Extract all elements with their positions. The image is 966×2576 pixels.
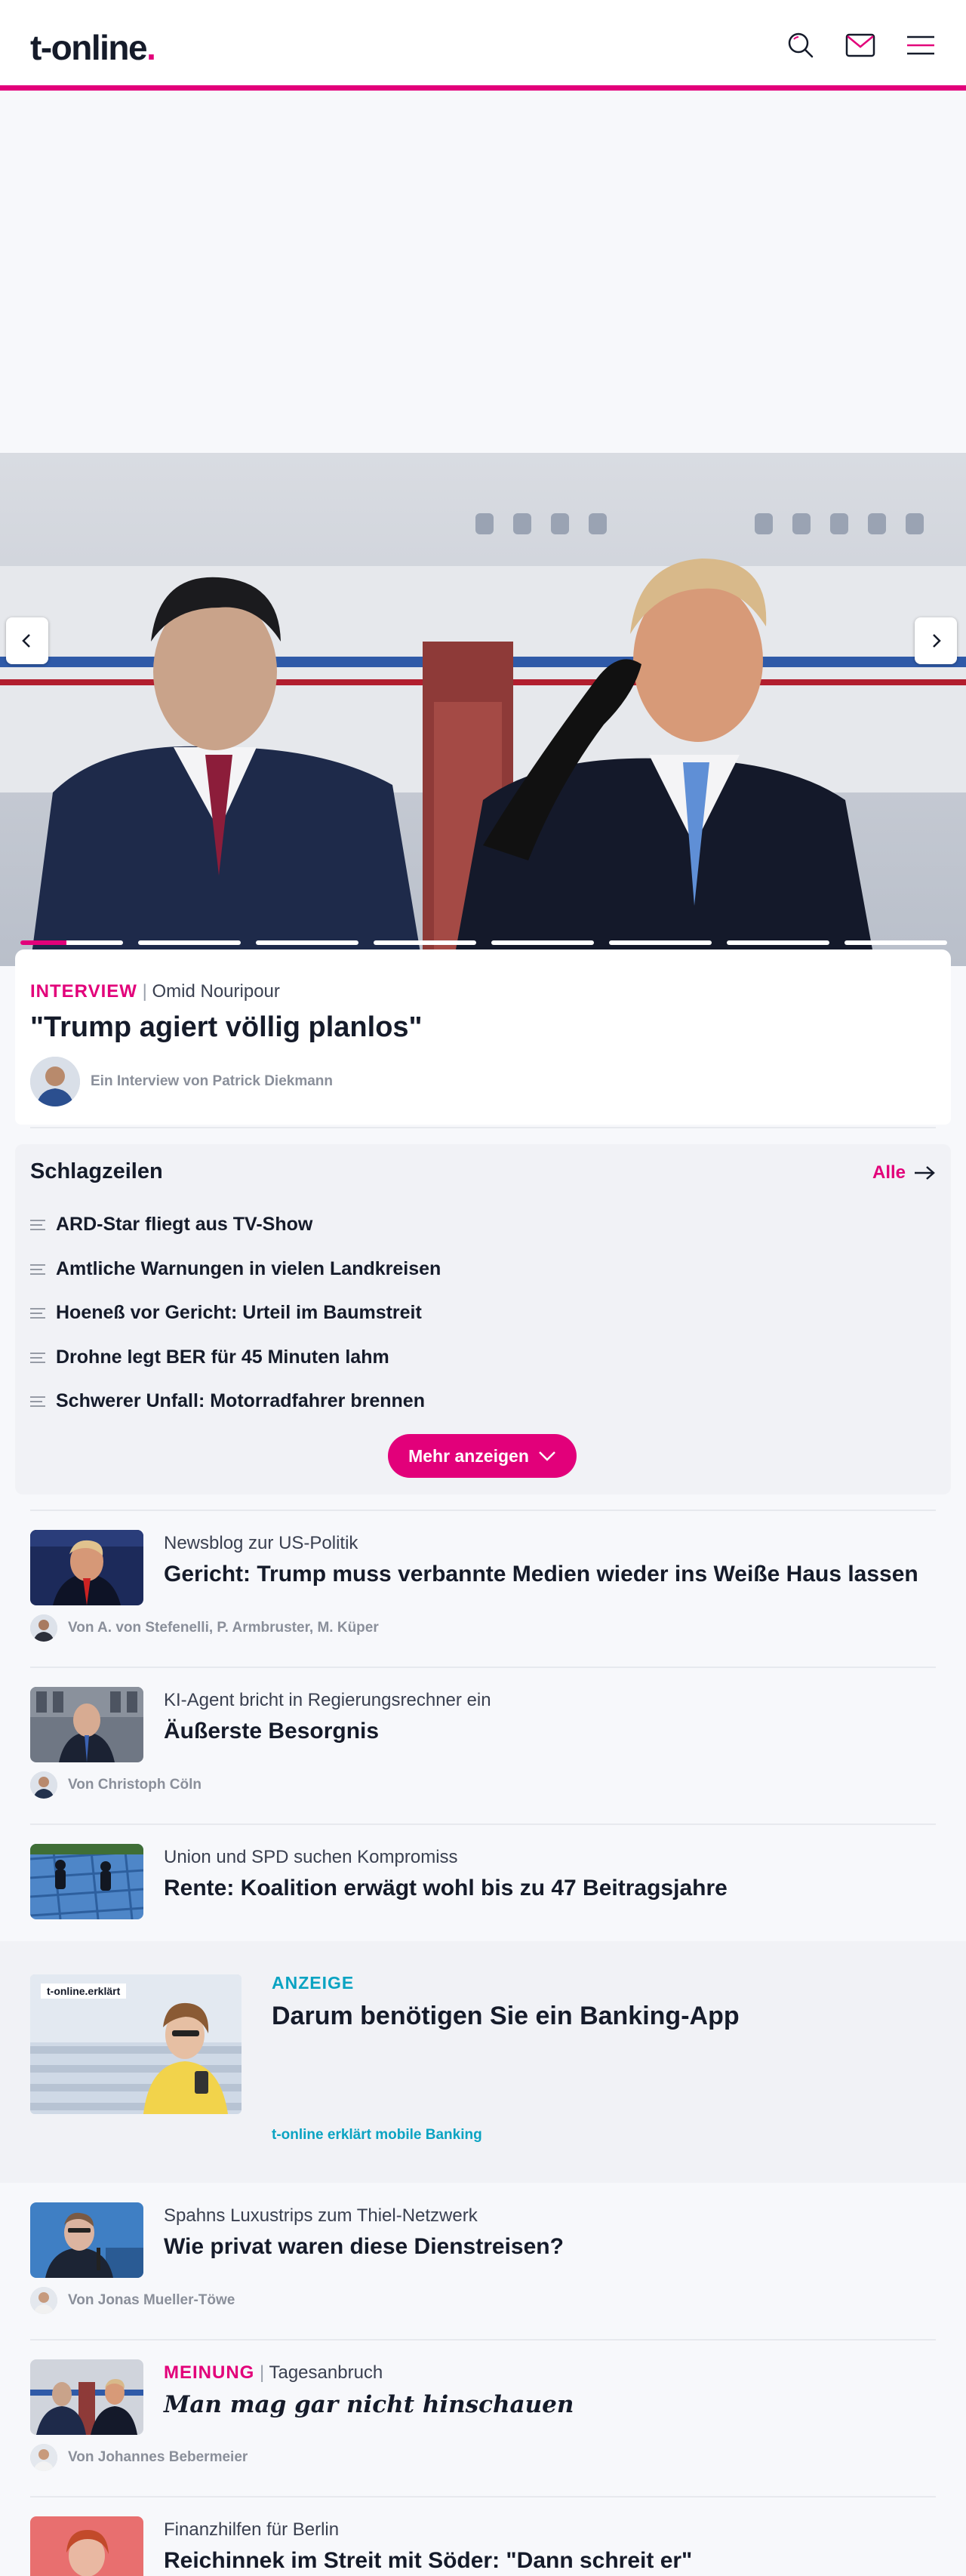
chevron-right-icon	[933, 634, 941, 648]
article-kicker: Newsblog zur US-Politik	[164, 1533, 358, 1553]
article-title[interactable]: Wie privat waren diese Dienstreisen?	[164, 2234, 564, 2260]
divider	[30, 1824, 936, 1825]
ad-placeholder	[0, 96, 966, 453]
article-teaser[interactable]: Newsblog zur US-Politik Gericht: Trump m…	[30, 1530, 936, 1651]
headline-item[interactable]: Schwerer Unfall: Motorradfahrer brennen	[30, 1390, 425, 1412]
headlines-title: Schlagzeilen	[30, 1159, 163, 1183]
site-logo[interactable]: t-online.	[30, 27, 156, 68]
search-icon[interactable]	[783, 29, 817, 62]
carousel-indicator[interactable]	[256, 940, 358, 945]
article-kicker: MEINUNG | Tagesanbruch	[164, 2362, 383, 2383]
article-title[interactable]: Rente: Koalition erwägt wohl bis zu 47 B…	[164, 1876, 728, 1901]
article-teaser[interactable]: Union und SPD suchen Kompromiss Rente: K…	[30, 1844, 936, 1927]
sponsored-teaser[interactable]: t-online.erklärt ANZEIGE Darum benötigen…	[0, 1941, 966, 2183]
avatar	[30, 1057, 80, 1106]
divider	[30, 2496, 936, 2498]
article-title[interactable]: Man mag gar nicht hinschauen	[164, 2391, 574, 2418]
avatar	[30, 2444, 57, 2471]
carousel-indicator[interactable]	[727, 940, 829, 945]
carousel-prev-button[interactable]	[6, 617, 48, 664]
carousel-indicator[interactable]	[844, 940, 947, 945]
ad-source[interactable]: t-online erklärt mobile Banking	[272, 2127, 482, 2144]
avatar	[30, 2287, 57, 2314]
carousel-indicator[interactable]	[20, 940, 123, 945]
hero-kicker: INTERVIEW | Omid Nouripour	[30, 981, 280, 1002]
article-title[interactable]: Gericht: Trump muss verbannte Medien wie…	[164, 1562, 918, 1587]
headline-item[interactable]: Amtliche Warnungen in vielen Landkreisen	[30, 1258, 441, 1280]
chevron-left-icon	[22, 634, 30, 648]
ad-image: t-online.erklärt	[30, 1974, 242, 2114]
avatar	[30, 1614, 57, 1642]
menu-icon[interactable]	[904, 29, 937, 62]
arrow-right-icon	[915, 1166, 935, 1180]
carousel-indicator[interactable]	[609, 940, 712, 945]
article-thumbnail	[30, 2202, 143, 2278]
ad-title[interactable]: Darum benötigen Sie ein Banking-App	[272, 2002, 740, 2031]
article-teaser[interactable]: Finanzhilfen für Berlin Reichinnek im St…	[30, 2516, 936, 2576]
headline-lines-icon	[30, 1263, 45, 1275]
article-author: Von Johannes Bebermeier	[30, 2444, 248, 2471]
article-thumbnail	[30, 2516, 143, 2576]
divider	[30, 1667, 936, 1668]
article-teaser[interactable]: Spahns Luxustrips zum Thiel-Netzwerk Wie…	[30, 2202, 936, 2323]
hero-author: Ein Interview von Patrick Diekmann	[30, 1057, 333, 1106]
article-kicker: Union und SPD suchen Kompromiss	[164, 1847, 458, 1867]
article-kicker: Finanzhilfen für Berlin	[164, 2519, 340, 2540]
hero-image	[0, 453, 966, 966]
hero-title[interactable]: "Trump agiert völlig planlos"	[30, 1011, 423, 1044]
headline-lines-icon	[30, 1307, 45, 1319]
carousel-indicators[interactable]	[20, 940, 947, 945]
headline-lines-icon	[30, 1219, 45, 1230]
headline-lines-icon	[30, 1352, 45, 1363]
article-thumbnail	[30, 1687, 143, 1762]
divider	[30, 2339, 936, 2341]
divider	[30, 1127, 936, 1128]
carousel-next-button[interactable]	[915, 617, 957, 664]
headlines-box: Schlagzeilen Alle ARD-Star fliegt aus TV…	[15, 1144, 951, 1494]
chevron-down-icon	[538, 1451, 555, 1461]
carousel-progress	[20, 940, 67, 945]
article-kicker: Spahns Luxustrips zum Thiel-Netzwerk	[164, 2205, 478, 2226]
ad-badge: t-online.erklärt	[41, 1984, 127, 1999]
article-thumbnail	[30, 2359, 143, 2435]
article-title[interactable]: Äußerste Besorgnis	[164, 1719, 379, 1744]
article-author: Von A. von Stefenelli, P. Armbruster, M.…	[30, 1614, 379, 1642]
divider	[30, 1510, 936, 1511]
article-thumbnail	[30, 1844, 143, 1919]
show-more-button[interactable]: Mehr anzeigen	[388, 1434, 577, 1478]
headlines-all-link[interactable]: Alle	[872, 1162, 936, 1183]
hero-teaser[interactable]: INTERVIEW | Omid Nouripour "Trump agiert…	[15, 949, 951, 1125]
hero-carousel[interactable]	[0, 453, 966, 966]
mail-icon[interactable]	[844, 29, 877, 62]
article-thumbnail	[30, 1530, 143, 1605]
headline-lines-icon	[30, 1396, 45, 1407]
article-author: Von Jonas Mueller-Töwe	[30, 2287, 235, 2314]
ad-label: ANZEIGE	[272, 1973, 355, 1993]
headline-item[interactable]: Drohne legt BER für 45 Minuten lahm	[30, 1346, 389, 1368]
carousel-indicator[interactable]	[491, 940, 594, 945]
article-kicker: KI-Agent bricht in Regierungsrechner ein	[164, 1690, 491, 1710]
avatar	[30, 1771, 57, 1799]
headline-item[interactable]: Hoeneß vor Gericht: Urteil im Baumstreit	[30, 1302, 422, 1324]
article-title[interactable]: Reichinnek im Streit mit Söder: "Dann sc…	[164, 2548, 692, 2574]
carousel-indicator[interactable]	[138, 940, 241, 945]
article-teaser[interactable]: MEINUNG | Tagesanbruch Man mag gar nicht…	[30, 2359, 936, 2480]
carousel-indicator[interactable]	[374, 940, 476, 945]
headline-item[interactable]: ARD-Star fliegt aus TV-Show	[30, 1214, 312, 1236]
site-header: t-online.	[0, 0, 966, 91]
article-teaser[interactable]: KI-Agent bricht in Regierungsrechner ein…	[30, 1687, 936, 1808]
article-author: Von Christoph Cöln	[30, 1771, 202, 1799]
